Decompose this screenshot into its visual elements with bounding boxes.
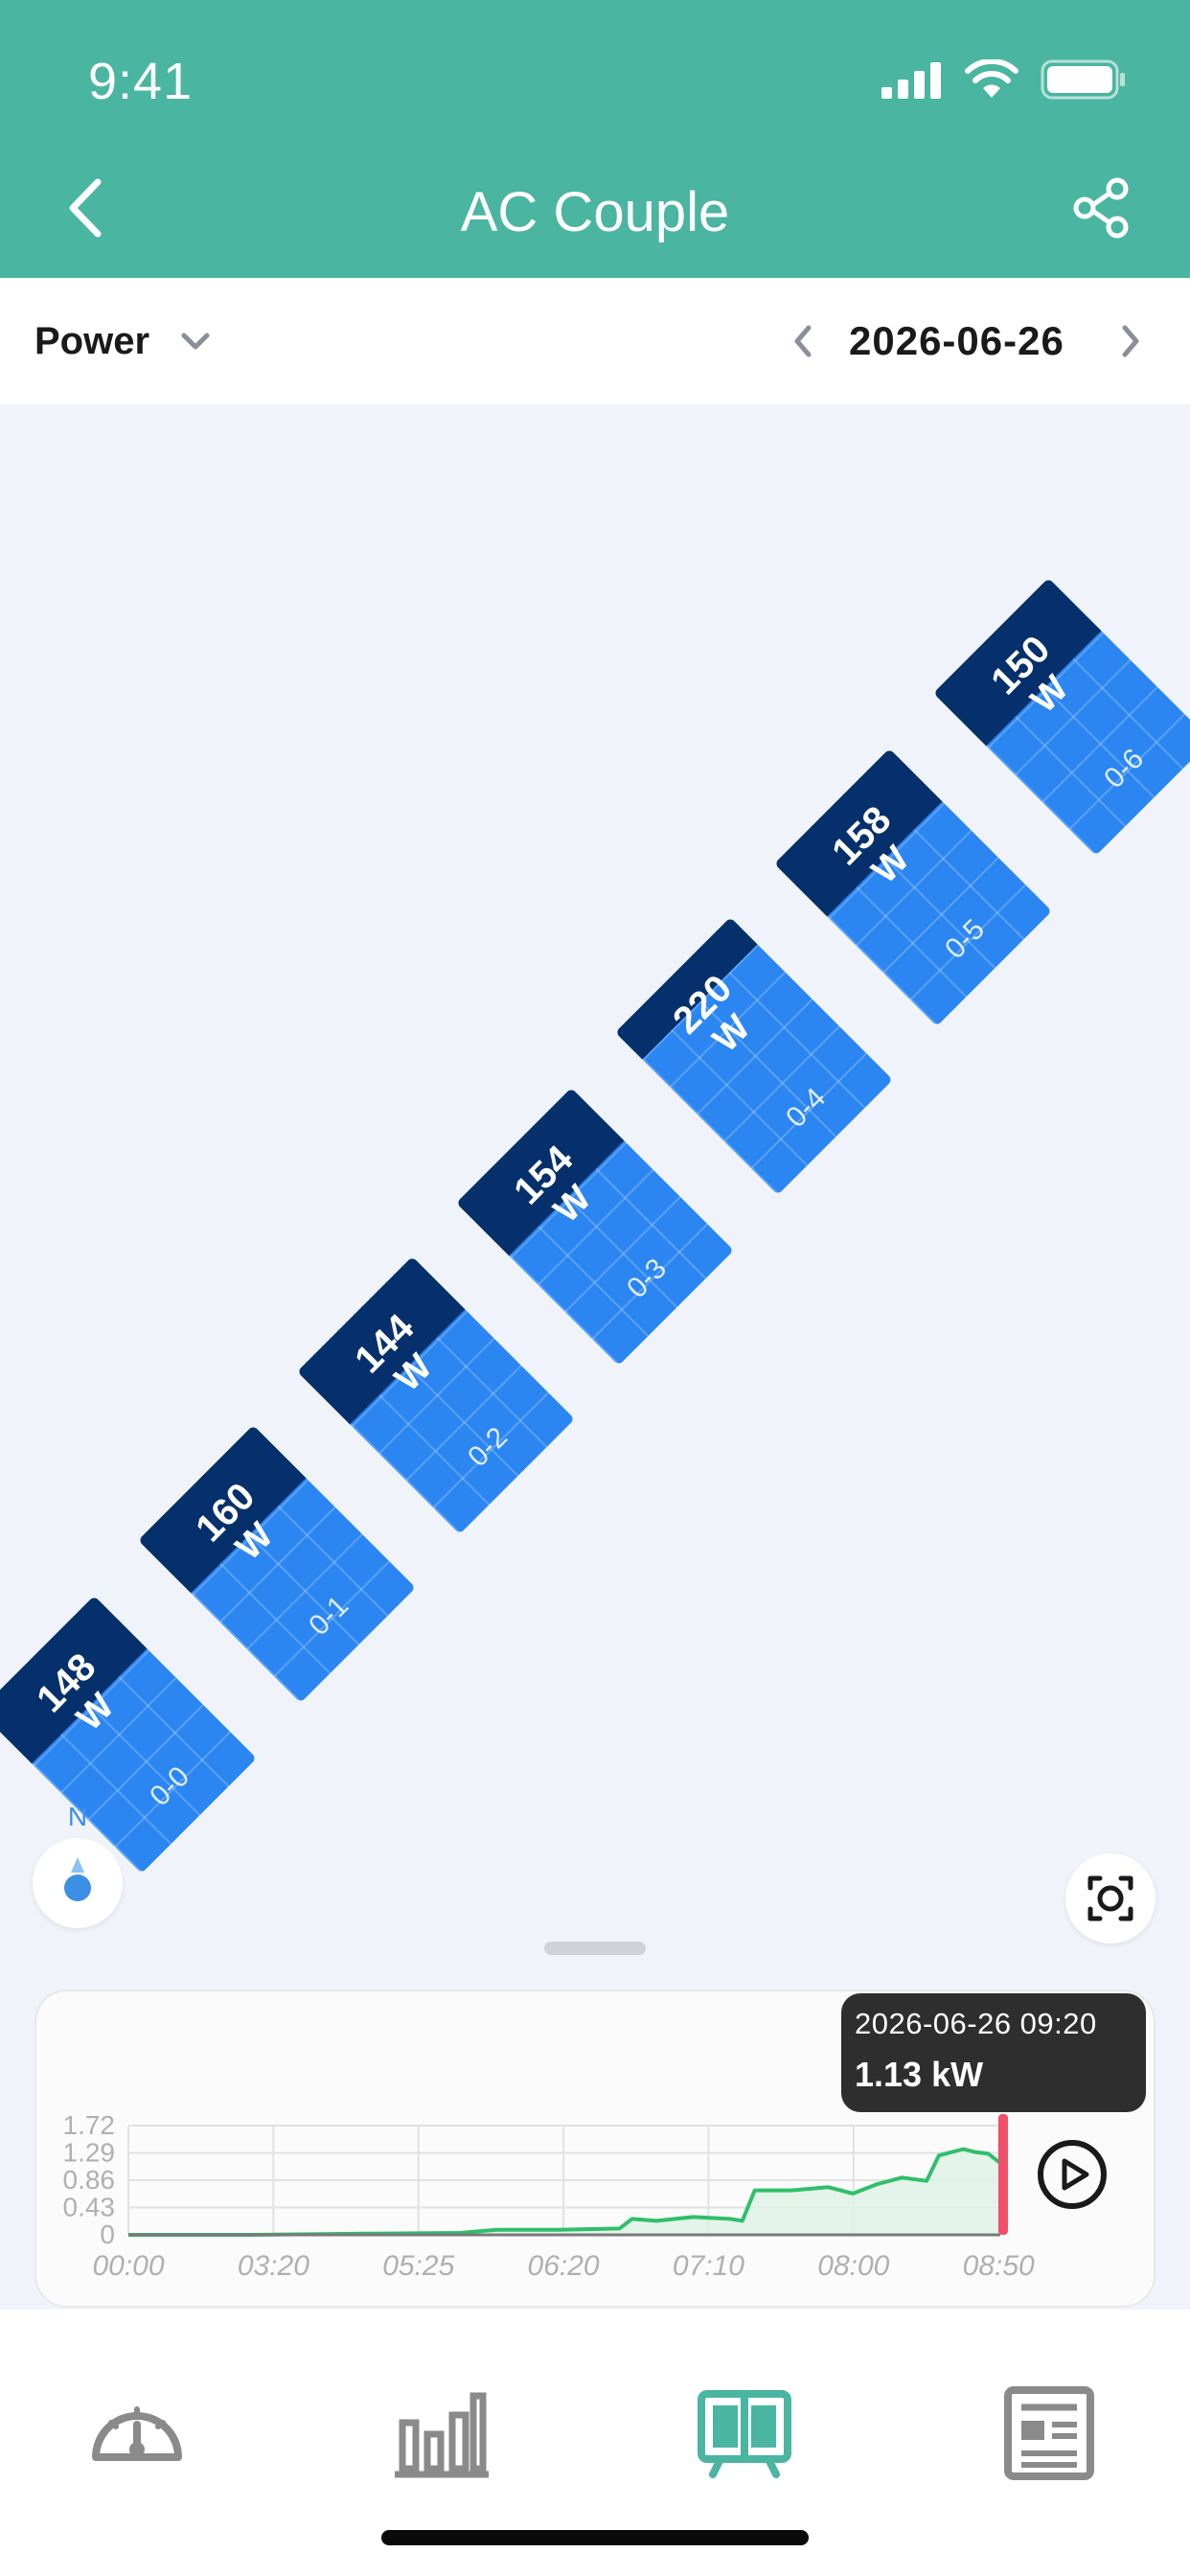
status-icons — [881, 59, 1127, 100]
panel-id: 0-2 — [462, 1421, 515, 1474]
tooltip-time: 2026-06-26 09:20 — [855, 2007, 1097, 2040]
panel-layout-canvas[interactable]: 148 W 0-0 160 W 0-1 144 W 0-2 154 W 0-3 … — [0, 404, 1190, 1986]
tab-statistics-bar-chart-icon[interactable] — [389, 2380, 494, 2486]
panel-id: 0-6 — [1098, 743, 1151, 795]
tab-layout-panels-icon[interactable] — [692, 2380, 797, 2486]
compass[interactable]: N — [33, 1802, 123, 1928]
panel-id: 0-1 — [303, 1590, 355, 1643]
page-title: AC Couple — [460, 181, 730, 243]
header-bar: 9:41 AC Couple — [0, 0, 1190, 278]
compass-dial — [33, 1838, 123, 1928]
chart-tooltip: 2026-06-26 09:20 1.13 kW — [841, 1993, 1146, 2112]
focus-target-icon — [1087, 1875, 1133, 1921]
panel-id: 0-5 — [939, 913, 992, 966]
tab-report-list-icon[interactable] — [996, 2380, 1102, 2486]
date-next-icon[interactable] — [1115, 320, 1146, 362]
solar-panel-0-5[interactable]: 158 W 0-5 — [774, 748, 1052, 1026]
cellular-signal-icon — [881, 62, 941, 99]
wifi-icon — [965, 59, 1018, 98]
toolbar: Power 2026-06-26 — [0, 278, 1190, 404]
solar-panel-0-3[interactable]: 154 W 0-3 — [456, 1088, 734, 1366]
play-icon[interactable] — [1033, 2135, 1111, 2214]
solar-panel-0-4[interactable]: 220 W 0-4 — [615, 917, 893, 1195]
metric-dropdown[interactable]: Power — [34, 320, 149, 363]
tooltip-value: 1.13 kW — [855, 2055, 984, 2094]
share-icon[interactable] — [1069, 176, 1133, 240]
compass-north-label: N — [67, 1802, 88, 1831]
solar-panel-0-2[interactable]: 144 W 0-2 — [297, 1256, 575, 1534]
battery-icon — [1041, 59, 1125, 100]
date-previous-icon[interactable] — [788, 320, 818, 362]
status-time: 9:41 — [88, 53, 194, 110]
sheet-drag-handle[interactable] — [544, 1942, 646, 1955]
panel-id: 0-4 — [780, 1082, 833, 1135]
tab-dashboard-gauge-icon[interactable] — [84, 2380, 190, 2486]
solar-panel-0-6[interactable]: 150 W 0-6 — [933, 578, 1190, 856]
compass-needle-icon — [64, 1857, 91, 1901]
app-screen: 9:41 AC Couple Power 2026-06-26 148 W 0-… — [0, 0, 1190, 2576]
chevron-down-icon[interactable] — [176, 326, 215, 358]
home-indicator — [381, 2530, 809, 2545]
recenter-button[interactable] — [1065, 1853, 1156, 1944]
solar-panel-0-1[interactable]: 160 W 0-1 — [138, 1425, 416, 1703]
panel-id: 0-3 — [621, 1253, 674, 1305]
date-picker[interactable]: 2026-06-26 — [849, 318, 1064, 364]
